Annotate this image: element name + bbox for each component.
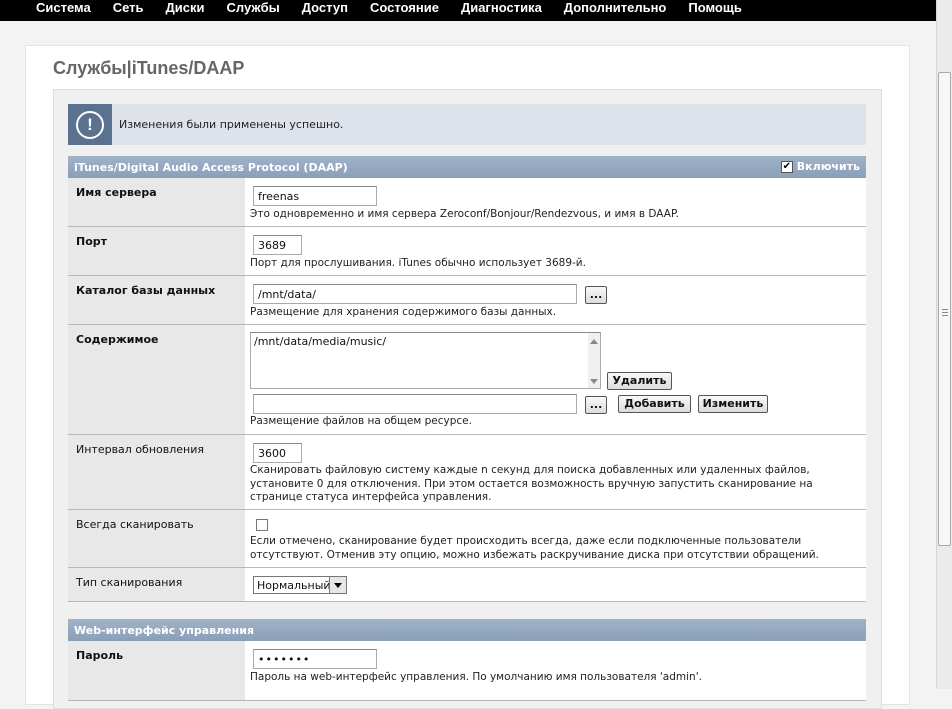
scan-type-select[interactable]: Нормальный — [253, 576, 347, 594]
row-scan-type: Тип сканирования Нормальный — [68, 568, 866, 602]
scan-type-value: Нормальный — [257, 579, 331, 592]
scrollbar-grip — [942, 309, 948, 316]
scroll-down-icon[interactable] — [590, 379, 598, 384]
password-input[interactable]: ••••••• — [253, 649, 377, 669]
row-server-name: Имя сервера freenas Это одновременно и и… — [68, 178, 866, 227]
port-label: Порт — [68, 227, 245, 275]
db-dir-label: Каталог базы данных — [68, 276, 245, 324]
row-always-scan: Всегда сканировать Если отмечено, сканир… — [68, 510, 866, 568]
always-scan-checkbox[interactable] — [256, 519, 268, 531]
server-name-input[interactable]: freenas — [253, 186, 377, 206]
nav-item-system[interactable]: Система — [36, 0, 91, 15]
row-password: Пароль ••••••• Пароль на web-интерфейс у… — [68, 641, 866, 701]
db-dir-browse-button[interactable]: ... — [585, 286, 607, 304]
delete-button[interactable]: Удалить — [607, 372, 672, 390]
rescan-desc: Сканировать файловую систему каждые n се… — [250, 464, 813, 503]
page-title: Службы|iTunes/DAAP — [53, 58, 245, 78]
port-input[interactable]: 3689 — [253, 235, 302, 255]
section-header-daap: iTunes/Digital Audio Access Protocol (DA… — [68, 156, 866, 178]
nav-item-help[interactable]: Помощь — [688, 0, 741, 15]
change-button[interactable]: Изменить — [698, 395, 768, 413]
add-button[interactable]: Добавить — [618, 395, 691, 413]
row-db-directory: Каталог базы данных /mnt/data/ ... Разме… — [68, 276, 866, 325]
enable-label: Включить — [796, 160, 860, 173]
success-message: ! Изменения были применены успешно. — [68, 104, 866, 145]
message-icon-box: ! — [68, 104, 112, 145]
scroll-up-icon[interactable] — [590, 339, 598, 344]
db-dir-desc: Размещение для хранения содержимого базы… — [250, 306, 557, 318]
db-dir-input[interactable]: /mnt/data/ — [253, 284, 577, 304]
nav-item-diagnostics[interactable]: Диагностика — [461, 0, 542, 15]
section-header-web: Web-интерфейс управления — [68, 619, 866, 641]
nav-item-network[interactable]: Сеть — [113, 0, 144, 15]
nav-item-services[interactable]: Службы — [227, 0, 280, 15]
message-text: Изменения были применены успешно. — [119, 118, 344, 131]
content-desc: Размещение файлов на общем ресурсе. — [250, 415, 472, 427]
nav-item-disks[interactable]: Диски — [166, 0, 205, 15]
top-nav: Система Сеть Диски Службы Доступ Состоян… — [0, 0, 936, 21]
content-label: Содержимое — [68, 325, 245, 434]
content-list-item[interactable]: /mnt/data/media/music/ — [254, 335, 386, 348]
nav-item-status[interactable]: Состояние — [370, 0, 439, 15]
nav-item-access[interactable]: Доступ — [302, 0, 348, 15]
row-rescan-interval: Интервал обновления 3600 Сканировать фай… — [68, 435, 866, 510]
row-port: Порт 3689 Порт для прослушивания. iTunes… — [68, 227, 866, 276]
nav-item-advanced[interactable]: Дополнительно — [564, 0, 667, 15]
content-path-input[interactable] — [253, 394, 577, 414]
server-name-desc: Это одновременно и имя сервера Zeroconf/… — [250, 208, 679, 220]
row-content: Содержимое /mnt/data/media/music/ Удалит… — [68, 325, 866, 435]
info-icon: ! — [76, 110, 104, 139]
rescan-label: Интервал обновления — [68, 435, 245, 509]
rescan-input[interactable]: 3600 — [253, 443, 302, 463]
enable-toggle[interactable]: ✔ Включить — [780, 160, 860, 173]
always-scan-label: Всегда сканировать — [68, 510, 245, 567]
section-title: iTunes/Digital Audio Access Protocol (DA… — [74, 160, 348, 174]
password-desc: Пароль на web-интерфейс управления. По у… — [250, 671, 702, 683]
always-scan-desc: Если отмечено, сканирование будет происх… — [250, 535, 819, 561]
content-browse-button[interactable]: ... — [585, 396, 607, 414]
password-label: Пароль — [68, 641, 245, 700]
content-list[interactable]: /mnt/data/media/music/ — [250, 332, 601, 389]
port-desc: Порт для прослушивания. iTunes обычно ис… — [250, 257, 586, 269]
content-list-scrollbar[interactable] — [588, 333, 600, 388]
section-title-web: Web-интерфейс управления — [74, 623, 255, 637]
chevron-down-icon[interactable] — [329, 577, 346, 593]
server-name-label: Имя сервера — [68, 178, 245, 226]
enable-checkbox[interactable]: ✔ — [780, 160, 793, 173]
scrollbar-thumb[interactable] — [938, 72, 951, 546]
scan-type-label: Тип сканирования — [68, 568, 245, 601]
page-scrollbar[interactable] — [936, 0, 952, 689]
